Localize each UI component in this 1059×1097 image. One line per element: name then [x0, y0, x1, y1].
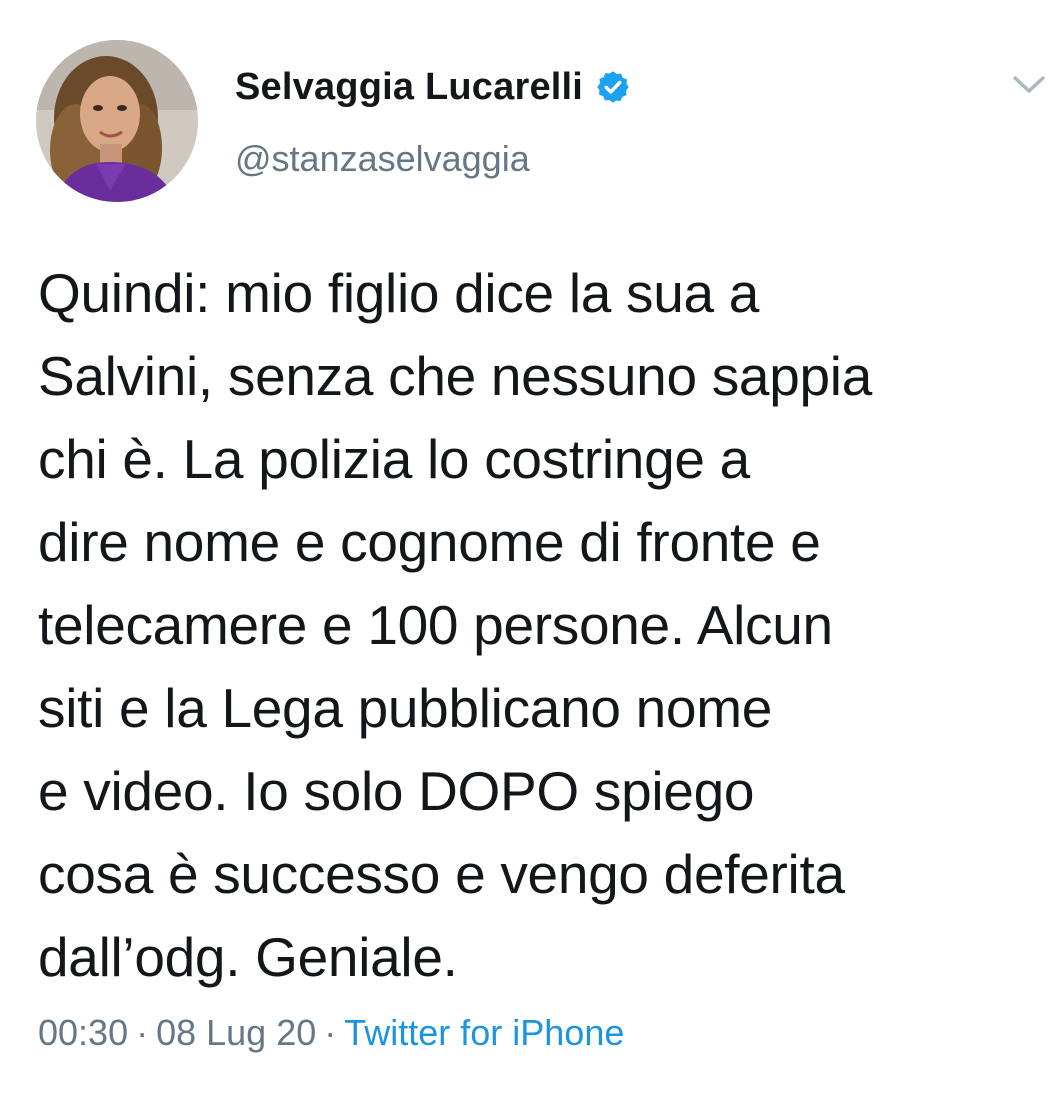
- tweet-time[interactable]: 00:30: [38, 1012, 128, 1053]
- meta-separator: ·: [324, 1012, 337, 1053]
- display-name[interactable]: Selvaggia Lucarelli: [235, 66, 583, 109]
- avatar[interactable]: [36, 40, 198, 202]
- avatar-image: [36, 40, 198, 202]
- tweet-card: Selvaggia Lucarelli @stanzaselvaggia Qui…: [0, 0, 1059, 1097]
- meta-separator: ·: [136, 1012, 149, 1053]
- tweet-source-link[interactable]: Twitter for iPhone: [344, 1012, 624, 1053]
- tweet-meta: 00:30 · 08 Lug 20 · Twitter for iPhone: [38, 1012, 624, 1054]
- verified-badge-icon: [597, 71, 629, 103]
- display-name-row: Selvaggia Lucarelli: [235, 62, 631, 112]
- chevron-down-icon[interactable]: [1012, 74, 1046, 96]
- tweet-text: Quindi: mio figlio dice la sua a Salvini…: [38, 262, 872, 988]
- user-handle[interactable]: @stanzaselvaggia: [235, 138, 530, 180]
- tweet-date[interactable]: 08 Lug 20: [156, 1012, 316, 1053]
